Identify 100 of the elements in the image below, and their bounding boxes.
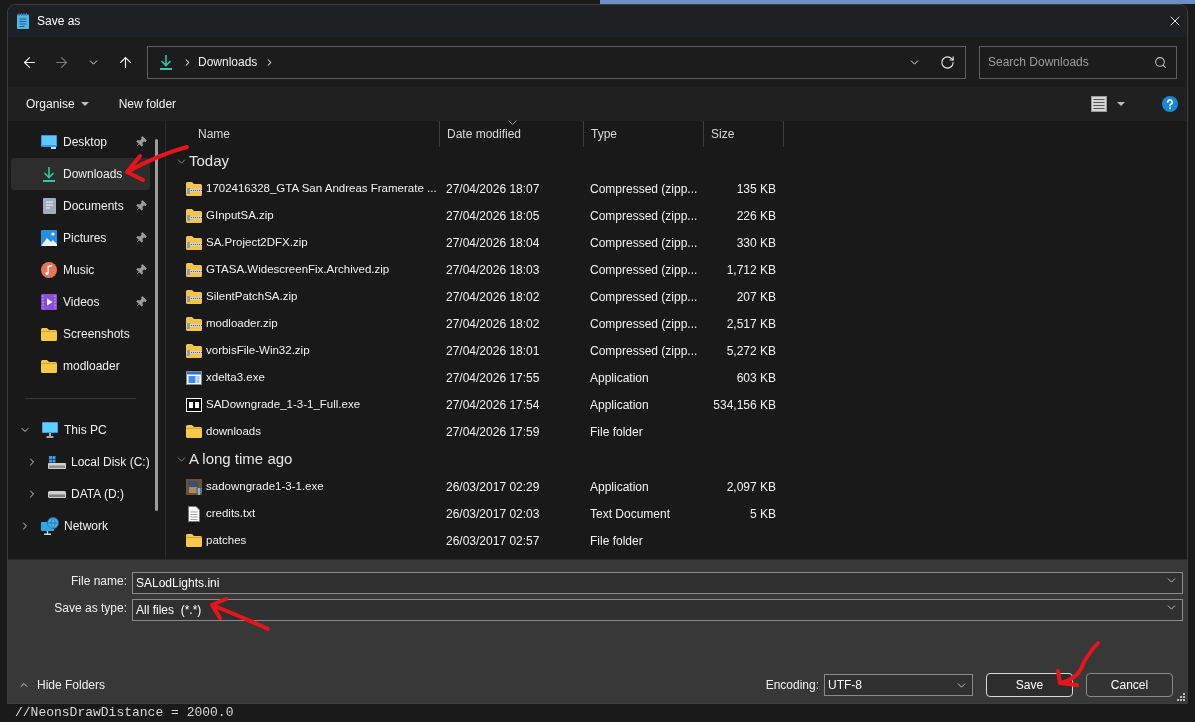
sidebar-item[interactable]: Documents [11, 190, 150, 222]
zip-folder-icon [186, 208, 202, 223]
file-name[interactable]: downloads [206, 422, 261, 441]
column-header[interactable]: Type [583, 121, 703, 147]
file-name[interactable]: SADowngrade_1-3-1_Full.exe [206, 395, 361, 414]
file-type: Text Document [590, 506, 671, 521]
monitor-icon [42, 422, 58, 438]
sidebar-item[interactable]: Videos [11, 286, 150, 318]
encoding-dropdown[interactable]: UTF-8 [824, 674, 973, 696]
address-bar[interactable]: Downloads [147, 45, 966, 79]
folder-icon [186, 425, 202, 438]
sidebar-item[interactable]: Network [11, 510, 150, 542]
file-size: 2,097 KB [726, 478, 776, 496]
sidebar-item[interactable]: modloader [11, 350, 150, 382]
file-type: Compressed (zipp... [590, 262, 698, 277]
file-name[interactable]: GInputSA.zip [206, 206, 274, 225]
caret-down-icon [80, 102, 89, 106]
date-modified: 27/04/2026 18:07 [446, 181, 540, 196]
file-name[interactable]: credits.txt [206, 504, 256, 523]
file-size: 603 KB [736, 369, 776, 387]
column-header[interactable]: Size [703, 121, 783, 147]
file-size: 135 KB [736, 180, 776, 198]
folder-icon [186, 534, 202, 547]
folder-icon [41, 327, 57, 341]
file-type: Application [590, 397, 649, 412]
resize-grip-icon [1177, 693, 1185, 701]
file-size: 330 KB [736, 234, 776, 252]
combo-field[interactable]: All files (*.*) [132, 599, 1183, 621]
sidebar-item[interactable]: Screenshots [11, 318, 150, 350]
file-name[interactable]: GTASA.WidescreenFix.Archived.zip [206, 260, 390, 279]
hide-folders-button[interactable]: Hide Folders [18, 673, 106, 697]
group-header[interactable]: A long time ago [175, 447, 293, 471]
date-modified: 27/04/2026 17:59 [446, 424, 540, 439]
field-label: File name: [70, 573, 127, 590]
window-title: Save as [37, 13, 81, 30]
file-size: 5,272 KB [726, 342, 776, 360]
file-size: 207 KB [736, 288, 776, 306]
file-size: 5 KB [750, 505, 776, 523]
toolbar-button[interactable]: New folder [111, 91, 184, 117]
zip-folder-icon [186, 262, 202, 277]
date-modified: 27/04/2026 18:02 [446, 316, 540, 331]
file-name[interactable]: patches [206, 531, 247, 550]
date-modified: 27/04/2026 17:55 [446, 370, 540, 385]
breadcrumb[interactable]: Downloads [198, 53, 258, 71]
sidebar-item[interactable]: Downloads [11, 158, 150, 190]
sidebar-item[interactable]: Music [11, 254, 150, 286]
group-header[interactable]: Today [175, 149, 230, 173]
file-type: Application [590, 479, 649, 494]
document-icon [42, 198, 56, 214]
sidebar-item[interactable]: This PC [11, 414, 150, 446]
file-name[interactable]: vorbisFile-Win32.zip [206, 341, 310, 360]
sidebar-item[interactable]: Local Disk (C:) [18, 446, 150, 478]
zip-folder-icon [186, 289, 202, 304]
date-modified: 26/03/2017 02:29 [446, 479, 540, 494]
archive-program-icon [186, 397, 202, 412]
toolbar-button[interactable]: Organise [19, 91, 96, 117]
column-header[interactable]: Name [166, 121, 439, 147]
file-type: File folder [590, 424, 643, 439]
help-icon [1162, 96, 1178, 112]
file-size: 226 KB [736, 207, 776, 225]
date-modified: 26/03/2017 02:57 [446, 533, 540, 548]
file-size: 2,517 KB [726, 315, 776, 333]
code-line: //NeonsDrawDistance = 2000.0 [15, 705, 234, 721]
file-type: Compressed (zipp... [590, 343, 698, 358]
file-name[interactable]: 1702416328_GTA San Andreas Framerate ... [206, 179, 437, 198]
file-type: Application [590, 370, 649, 385]
field-label: Save as type: [54, 600, 127, 617]
notepad-icon [17, 13, 29, 29]
file-name[interactable]: modloader.zip [206, 314, 278, 333]
drive-icon [48, 490, 66, 498]
file-type: Compressed (zipp... [590, 181, 698, 196]
date-modified: 26/03/2017 02:03 [446, 506, 540, 521]
file-type: Compressed (zipp... [590, 316, 698, 331]
program-icon [186, 478, 202, 495]
file-name[interactable]: xdelta3.exe [206, 368, 265, 387]
zip-folder-icon [186, 316, 202, 331]
file-name[interactable]: SilentPatchSA.zip [206, 287, 298, 306]
video-icon [41, 294, 57, 310]
combo-field[interactable]: SALodLights.ini [132, 572, 1183, 594]
music-icon [41, 262, 57, 278]
folder-icon [41, 359, 57, 373]
date-modified: 27/04/2026 18:03 [446, 262, 540, 277]
desktop-icon [41, 135, 57, 149]
scrollbar[interactable] [155, 139, 158, 511]
sidebar-item[interactable]: DATA (D:) [18, 478, 150, 510]
date-modified: 27/04/2026 18:02 [446, 289, 540, 304]
cancel-button[interactable]: Cancel [1086, 673, 1173, 697]
details-view-icon [1091, 96, 1107, 112]
sidebar-item[interactable]: Desktop [11, 126, 150, 158]
column-header[interactable]: Date modified [439, 121, 583, 147]
zip-folder-icon [186, 235, 202, 250]
file-size: 534,156 KB [713, 396, 776, 414]
date-modified: 27/04/2026 18:05 [446, 208, 540, 223]
sidebar-item[interactable]: Pictures [11, 222, 150, 254]
file-name[interactable]: SA.Project2DFX.zip [206, 233, 308, 252]
save-button[interactable]: Save [986, 673, 1073, 697]
search-field[interactable]: Search Downloads [979, 45, 1177, 79]
file-name[interactable]: sadowngrade1-3-1.exe [206, 477, 324, 496]
download-icon [41, 166, 57, 182]
search-icon [1154, 55, 1167, 69]
